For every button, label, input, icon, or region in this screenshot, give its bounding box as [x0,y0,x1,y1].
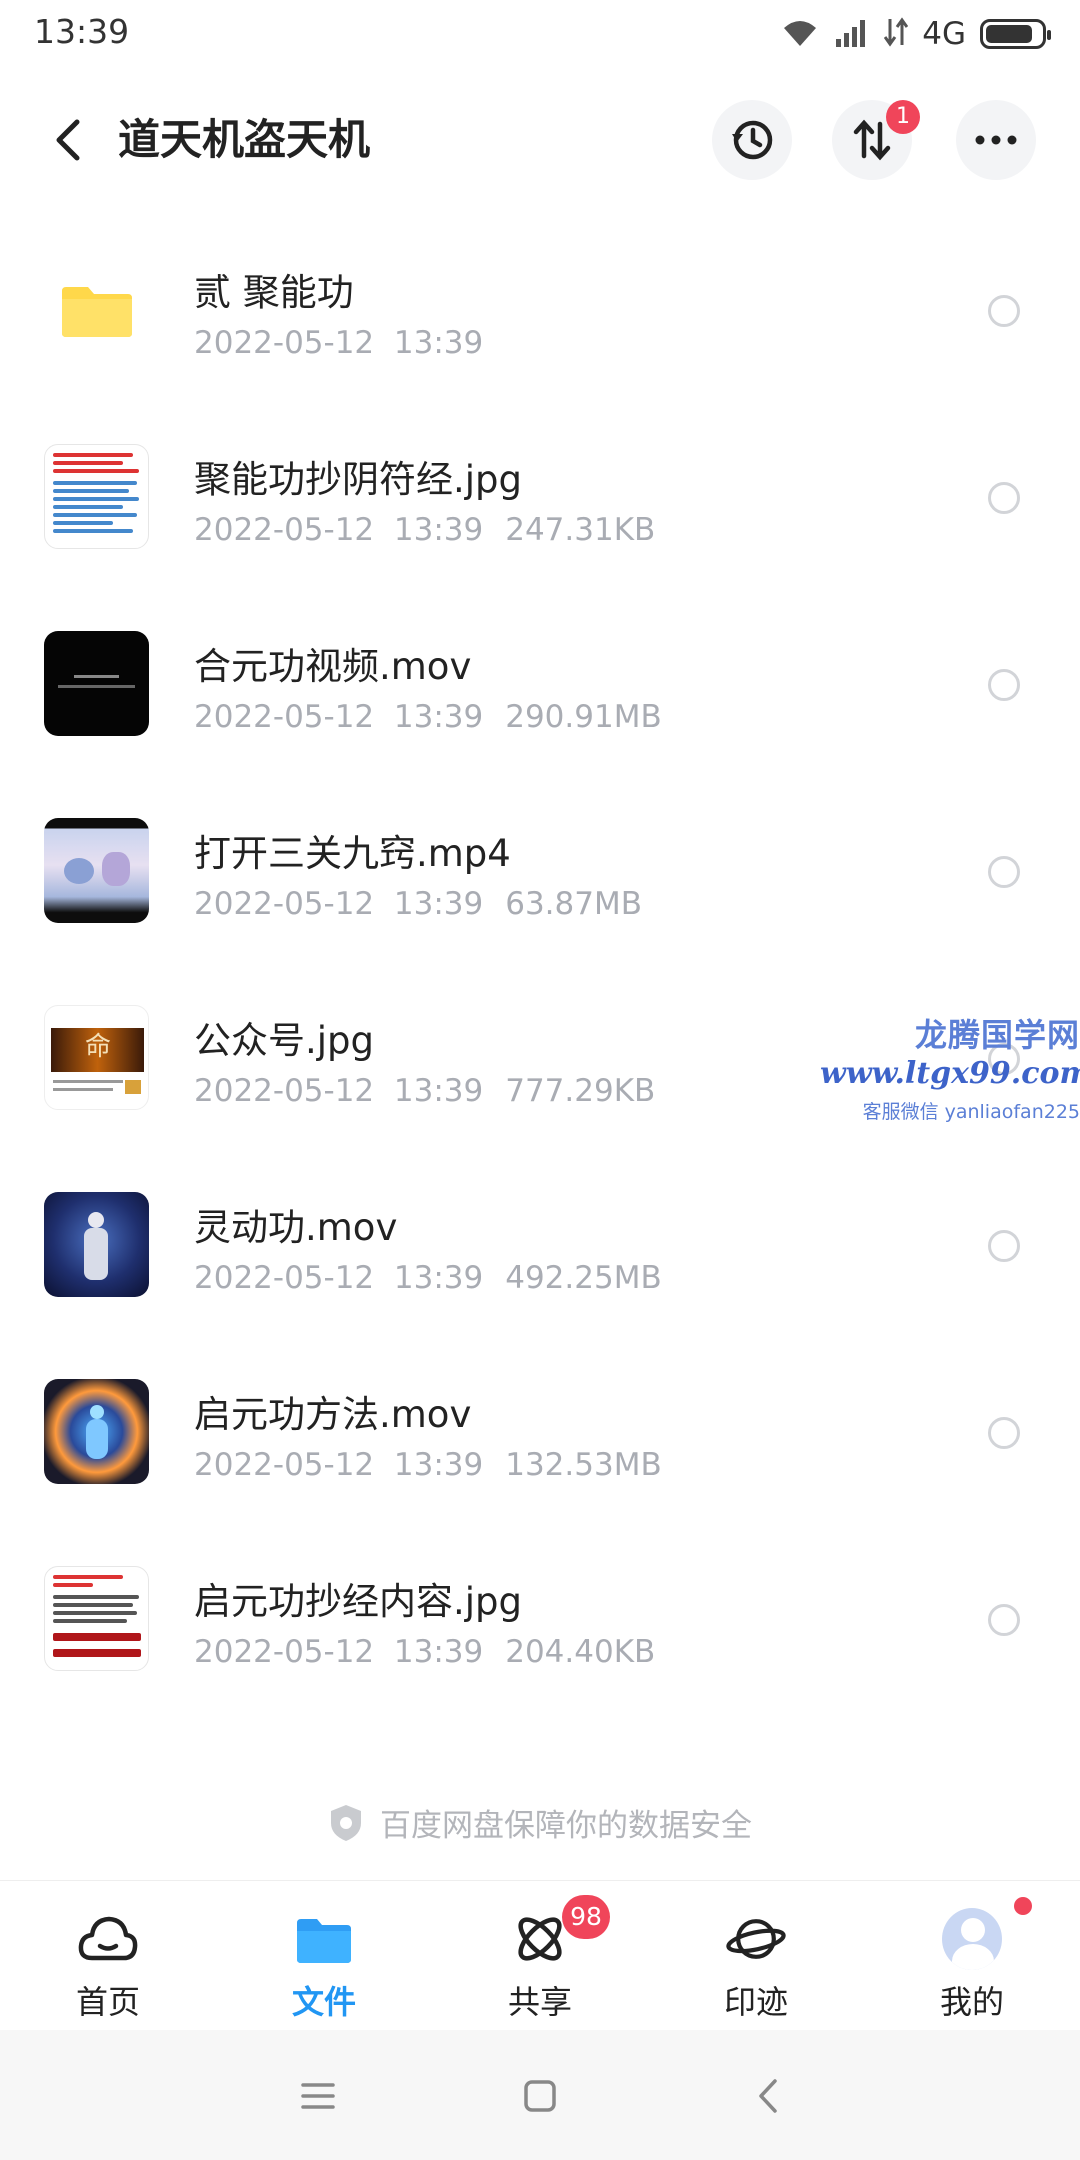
signal-icon [834,17,870,51]
avatar-icon [942,1908,1002,1970]
more-button[interactable] [956,100,1036,180]
transfer-button[interactable]: 1 [832,100,920,180]
file-meta: 2022-05-12 13:39 204.40KB [194,1634,656,1670]
select-radio[interactable] [988,1230,1020,1262]
folder-icon [44,257,149,362]
square-icon [524,2080,556,2112]
safety-note: 百度网盘保障你的数据安全 [0,1800,1080,1845]
safety-text: 百度网盘保障你的数据安全 [380,1808,752,1844]
chevron-left-icon [759,2079,777,2113]
system-back-button[interactable] [746,2074,790,2118]
file-meta: 2022-05-12 13:39 777.29KB [194,1073,656,1109]
header: 道天机盗天机 1 [0,90,1080,190]
bottom-nav: 首页 文件 98 共享 印迹 我的 [0,1880,1080,2030]
file-meta: 2022-05-12 13:39 492.25MB [194,1260,662,1296]
select-radio[interactable] [988,856,1020,888]
mine-notification-dot [1014,1897,1032,1915]
nav-mine[interactable]: 我的 [864,1881,1080,2031]
file-row[interactable]: 聚能功抄阴符经.jpg 2022-05-12 13:39 247.31KB [0,405,1080,592]
select-radio[interactable] [988,482,1020,514]
watermark-url: www.ltgx99.com [820,1056,1080,1091]
video-thumbnail [44,1192,149,1297]
file-meta: 2022-05-12 13:39 [194,325,484,361]
system-nav-bar [0,2030,1080,2160]
file-row[interactable]: 打开三关九窍.mp4 2022-05-12 13:39 63.87MB [0,779,1080,966]
nav-traces-label: 印迹 [723,1983,788,2021]
nav-share[interactable]: 98 共享 [432,1881,648,2031]
data-transfer-icon [884,17,909,51]
nav-files[interactable]: 文件 [216,1881,432,2031]
shield-icon [331,1804,361,1841]
nav-files-label: 文件 [291,1983,356,2021]
status-bar: 13:39 4G [0,0,1080,66]
file-row[interactable]: 贰 聚能功 2022-05-12 13:39 [0,218,1080,405]
nav-home-label: 首页 [75,1983,140,2021]
wifi-icon [780,16,820,52]
history-button[interactable] [712,100,792,180]
video-thumbnail [44,1379,149,1484]
watermark-title: 龙腾国学网 [914,1016,1080,1054]
file-row[interactable]: 合元功视频.mov 2022-05-12 13:39 290.91MB [0,592,1080,779]
file-name: 灵动功.mov [194,1206,398,1249]
file-meta: 2022-05-12 13:39 132.53MB [194,1447,662,1483]
file-name: 合元功视频.mov [194,645,472,688]
history-icon [732,120,773,160]
select-radio[interactable] [988,669,1020,701]
nav-share-label: 共享 [507,1983,572,2021]
file-meta: 2022-05-12 13:39 290.91MB [194,699,662,735]
file-name: 启元功抄经内容.jpg [194,1580,523,1623]
file-list: 贰 聚能功 2022-05-12 13:39 聚能功抄阴符经.jpg 2022-… [0,218,1080,1714]
image-thumbnail [44,444,149,549]
menu-lines-icon [301,2083,335,2109]
nav-mine-label: 我的 [939,1983,1004,2021]
status-icons: 4G [780,14,1051,54]
planet-icon [726,1909,786,1969]
nav-home[interactable]: 首页 [0,1881,216,2031]
network-type: 4G [922,16,966,52]
watermark: 龙腾国学网 www.ltgx99.com 客服微信 yanliaofan225 [820,1010,1080,1124]
file-name: 启元功方法.mov [194,1393,472,1436]
select-radio[interactable] [988,1604,1020,1636]
select-radio[interactable] [988,295,1020,327]
file-name: 聚能功抄阴符经.jpg [194,458,523,501]
file-row[interactable]: 启元功抄经内容.jpg 2022-05-12 13:39 204.40KB [0,1527,1080,1714]
select-radio[interactable] [988,1417,1020,1449]
file-name: 打开三关九窍.mp4 [194,832,511,875]
cloud-icon [78,1909,138,1969]
file-meta: 2022-05-12 13:39 247.31KB [194,512,656,548]
status-time: 13:39 [34,12,130,51]
home-button[interactable] [518,2074,562,2118]
file-name: 贰 聚能功 [194,271,354,314]
file-name: 公众号.jpg [194,1019,375,1062]
atom-icon [510,1909,570,1969]
more-dots-icon [975,135,1017,145]
page-title: 道天机盗天机 [118,115,371,164]
battery-icon [980,19,1051,49]
back-button[interactable] [40,112,96,168]
file-row[interactable]: 启元功方法.mov 2022-05-12 13:39 132.53MB [0,1340,1080,1527]
nav-traces[interactable]: 印迹 [648,1881,864,2031]
file-meta: 2022-05-12 13:39 63.87MB [194,886,642,922]
image-thumbnail: 命 [44,1005,149,1110]
watermark-contact: 客服微信 yanliaofan225 [862,1101,1080,1123]
video-thumbnail [44,818,149,923]
file-row[interactable]: 灵动功.mov 2022-05-12 13:39 492.25MB [0,1153,1080,1340]
image-thumbnail [44,1566,149,1671]
folder-tab-icon [294,1909,354,1969]
back-arrow-icon [56,119,80,161]
share-badge: 98 [562,1895,610,1939]
video-thumbnail [44,631,149,736]
transfer-badge: 1 [886,100,920,134]
menu-button[interactable] [296,2074,340,2118]
